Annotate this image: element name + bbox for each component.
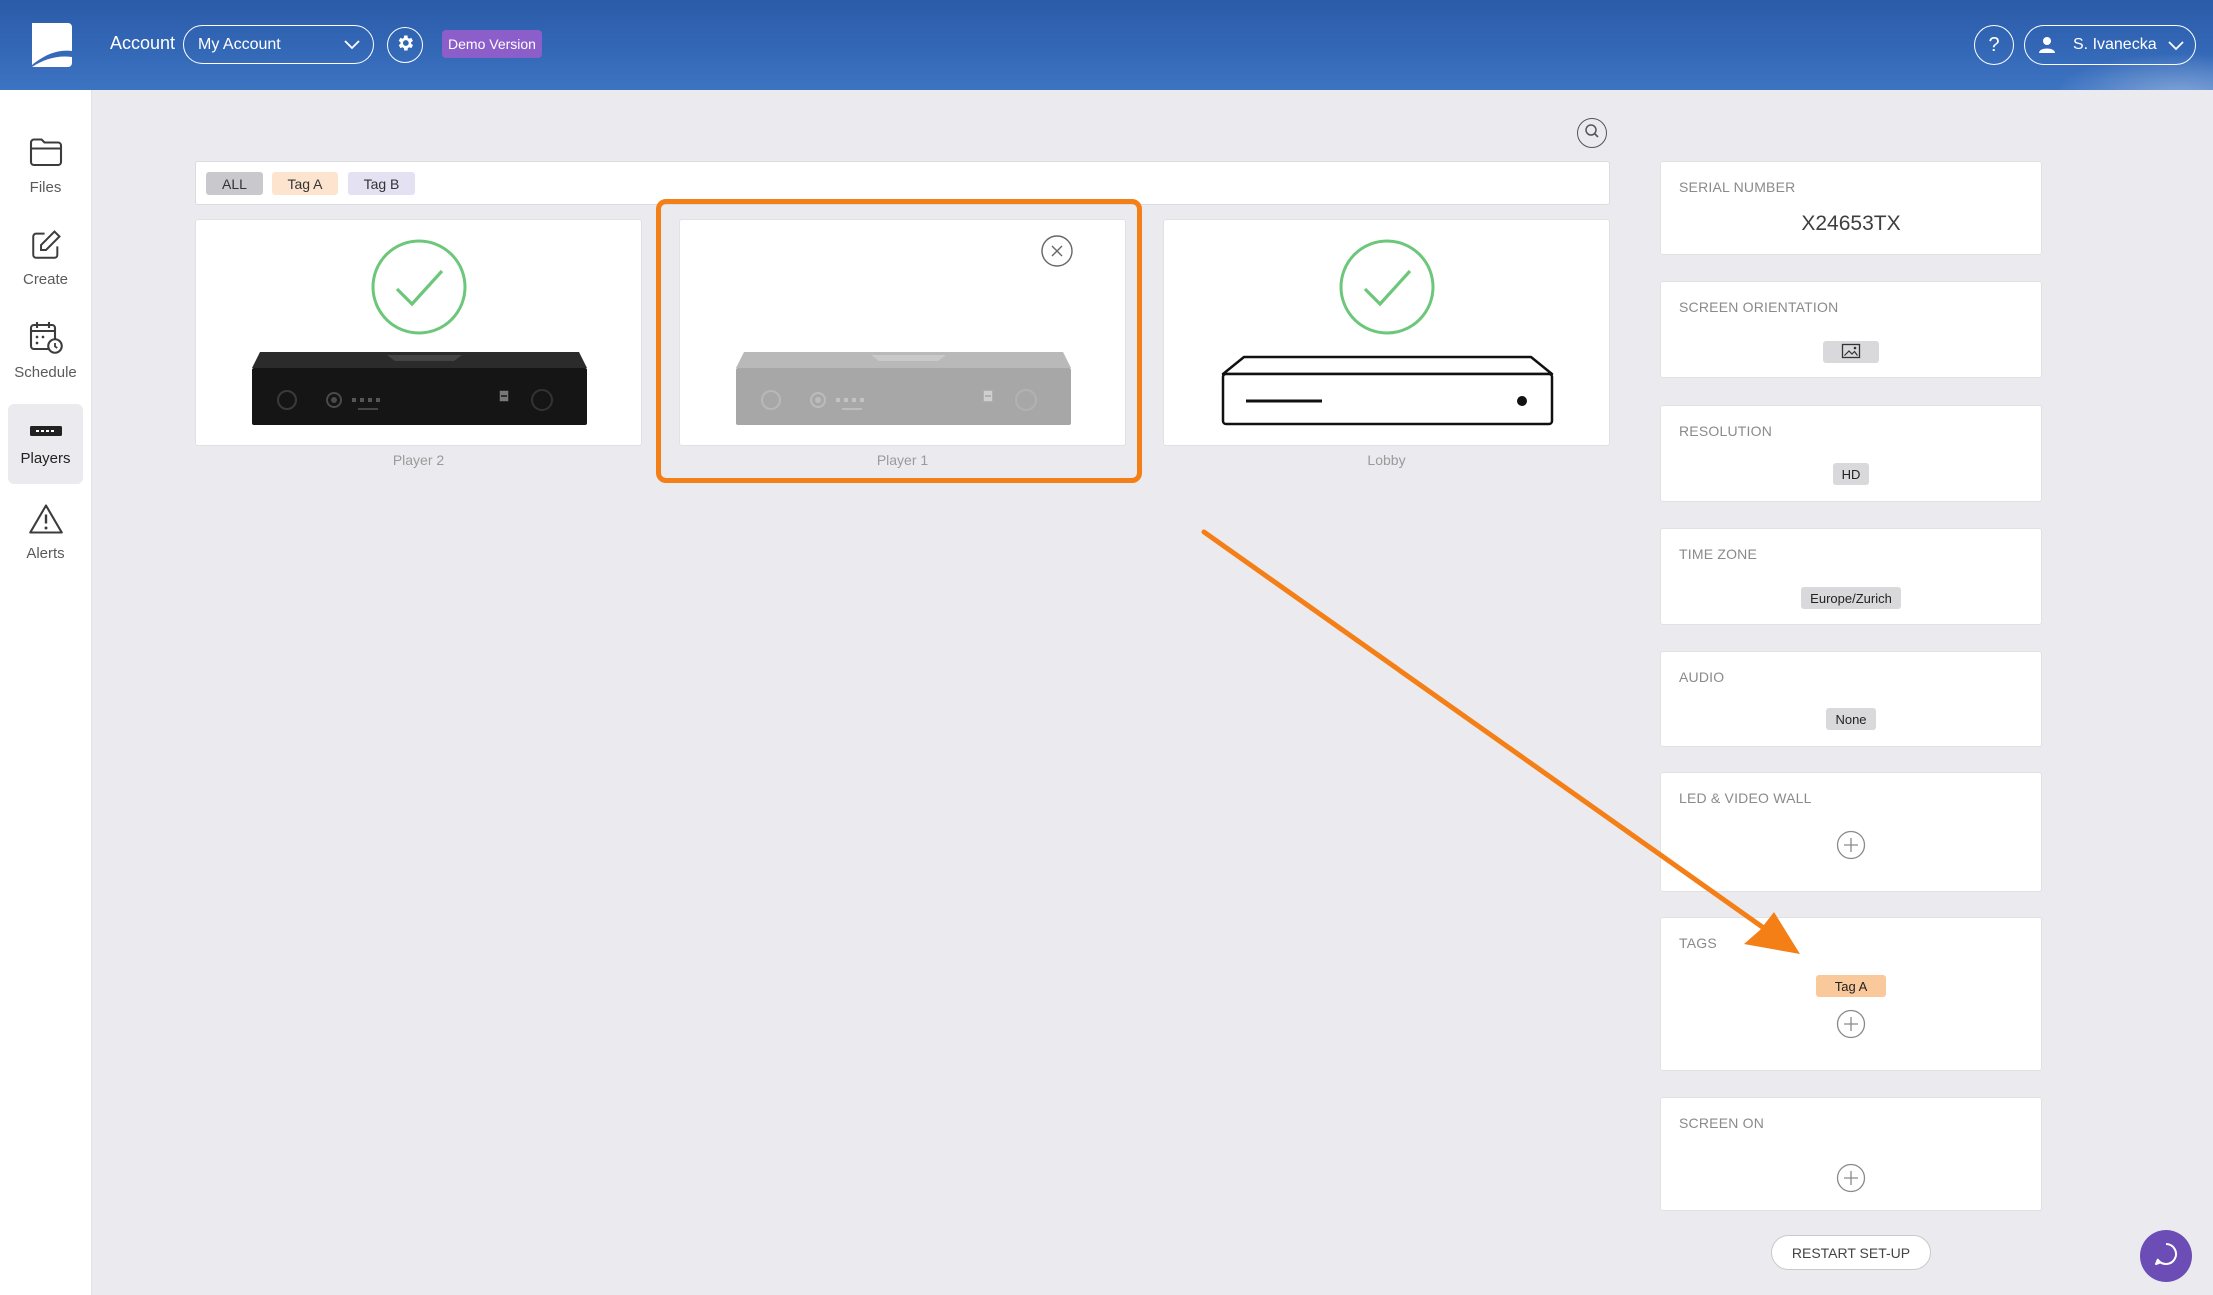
calendar-clock-icon: [28, 319, 64, 360]
resolution-label: RESOLUTION: [1679, 423, 1773, 439]
app-logo-icon[interactable]: [28, 21, 74, 74]
sidebar-item-label: Players: [20, 450, 71, 467]
sidebar-item-create[interactable]: Create: [8, 218, 83, 298]
chevron-down-icon: [2167, 38, 2185, 57]
screen-orientation-label: SCREEN ORIENTATION: [1679, 299, 1839, 315]
player-name: Player 2: [392, 452, 445, 468]
user-menu[interactable]: S. Ivanecka: [2024, 25, 2196, 65]
player-name: Player 1: [876, 452, 929, 468]
sidebar: Files Create Schedule Players Alerts: [0, 90, 92, 1295]
player-device-icon: [28, 421, 64, 446]
chat-button[interactable]: [2140, 1230, 2192, 1282]
plus-circle-icon[interactable]: [1836, 830, 1866, 865]
tags-card: TAGS Tag A: [1660, 917, 2042, 1071]
sidebar-item-label: Schedule: [14, 364, 77, 381]
media-player-outline-icon: [1221, 355, 1554, 426]
resolution-card: RESOLUTION HD: [1660, 405, 2042, 502]
serial-number-card: SERIAL NUMBER X24653TX: [1660, 161, 2042, 255]
audio-label: AUDIO: [1679, 669, 1725, 685]
media-player-grey-icon: [736, 352, 1071, 425]
account-label: Account: [110, 33, 176, 53]
sidebar-item-files[interactable]: Files: [8, 126, 83, 206]
screen-on-label: SCREEN ON: [1679, 1115, 1765, 1131]
assigned-tag[interactable]: Tag A: [1816, 975, 1886, 997]
edit-icon: [28, 228, 64, 267]
sidebar-item-label: Files: [29, 179, 62, 196]
user-name: S. Ivanecka: [2073, 36, 2157, 53]
landscape-image-icon: [1841, 343, 1861, 362]
filter-tag-all[interactable]: ALL: [206, 172, 263, 195]
audio-badge[interactable]: None: [1826, 708, 1876, 730]
plus-circle-icon[interactable]: [1836, 1163, 1866, 1198]
screen-on-card: SCREEN ON: [1660, 1097, 2042, 1211]
player-name: Lobby: [1367, 452, 1406, 468]
orientation-badge[interactable]: [1823, 341, 1879, 363]
serial-number-value: X24653TX: [1801, 212, 1901, 235]
check-circle-icon: [1339, 239, 1435, 335]
settings-button[interactable]: [387, 27, 423, 63]
sidebar-item-schedule[interactable]: Schedule: [8, 310, 83, 390]
top-header: Account My Account Demo Version ? S. Iva…: [0, 0, 2213, 90]
player-card-player-2[interactable]: [195, 219, 642, 446]
chat-bubble-icon: [2153, 1241, 2179, 1272]
time-zone-label: TIME ZONE: [1679, 546, 1758, 562]
filter-tag-a[interactable]: Tag A: [272, 172, 338, 195]
led-video-wall-label: LED & VIDEO WALL: [1679, 790, 1812, 806]
screen-orientation-card: SCREEN ORIENTATION: [1660, 281, 2042, 378]
sidebar-item-alerts[interactable]: Alerts: [8, 492, 83, 572]
gear-icon: [395, 33, 415, 58]
check-circle-icon: [371, 239, 467, 335]
folder-icon: [28, 136, 64, 175]
user-icon: [2039, 36, 2055, 59]
resolution-badge[interactable]: HD: [1832, 463, 1870, 485]
restart-setup-button[interactable]: RESTART SET-UP: [1771, 1235, 1931, 1270]
player-card-player-1[interactable]: [679, 219, 1126, 446]
media-player-black-icon: [252, 352, 587, 425]
sidebar-item-label: Alerts: [26, 545, 65, 562]
demo-version-badge: Demo Version: [442, 30, 542, 58]
filter-tag-b[interactable]: Tag B: [348, 172, 415, 195]
led-video-wall-card: LED & VIDEO WALL: [1660, 772, 2042, 892]
warning-icon: [28, 502, 64, 541]
plus-circle-icon[interactable]: [1836, 1009, 1866, 1044]
close-circle-icon[interactable]: [1041, 235, 1073, 272]
player-card-lobby[interactable]: [1163, 219, 1610, 446]
time-zone-card: TIME ZONE Europe/Zurich: [1660, 528, 2042, 625]
sidebar-item-label: Create: [22, 271, 69, 288]
account-select[interactable]: My Account: [183, 25, 374, 64]
tag-filter-bar: ALL Tag A Tag B: [195, 161, 1610, 205]
audio-card: AUDIO None: [1660, 651, 2042, 747]
search-icon: [1584, 123, 1600, 144]
time-zone-badge[interactable]: Europe/Zurich: [1801, 587, 1901, 609]
sidebar-item-players[interactable]: Players: [8, 404, 83, 484]
serial-number-label: SERIAL NUMBER: [1679, 179, 1796, 195]
help-button[interactable]: ?: [1974, 25, 2014, 65]
account-select-value: My Account: [198, 35, 281, 53]
chevron-down-icon: [343, 37, 361, 56]
tags-label: TAGS: [1679, 935, 1717, 951]
zoom-search-button[interactable]: [1577, 118, 1607, 148]
